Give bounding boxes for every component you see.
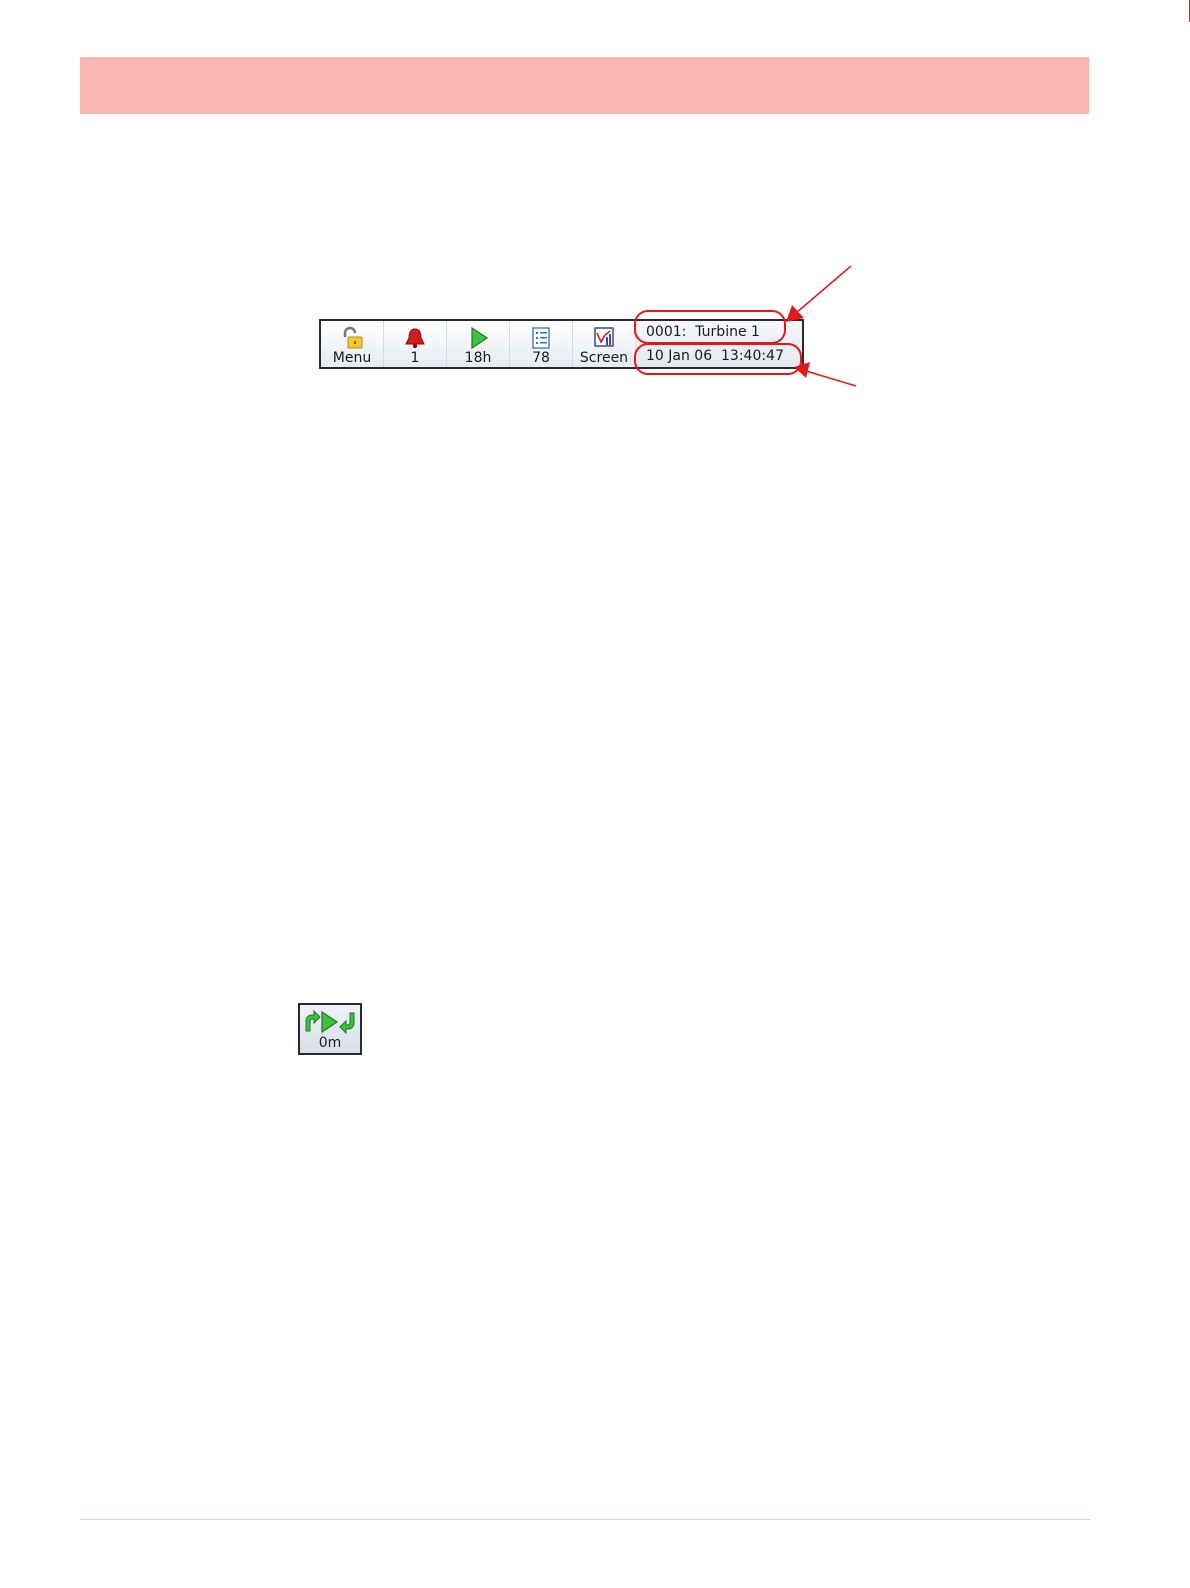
replay-time-label: 0m xyxy=(318,1035,342,1051)
footer-rule xyxy=(80,1519,1090,1520)
arrow-line-bottom xyxy=(805,370,857,387)
arrowhead-bottom-icon xyxy=(794,362,810,378)
replay-button[interactable]: 0m xyxy=(298,1003,362,1055)
arrow-line-top xyxy=(795,265,852,314)
annotation-arrows xyxy=(786,265,857,387)
replay-arrows-play-icon xyxy=(302,1009,358,1035)
